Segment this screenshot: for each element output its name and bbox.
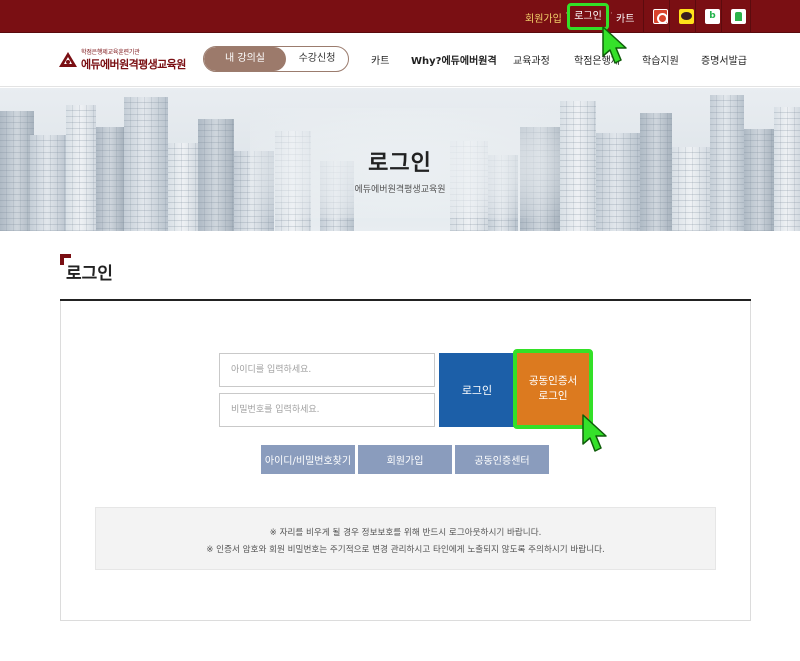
kakao-icon[interactable] [679,9,694,24]
naver-icon[interactable] [731,9,746,24]
mouse-pointer-icon [582,414,607,452]
hero-title: 로그인 [368,151,432,176]
section-title: 로그인 [66,264,113,284]
nav-courses[interactable]: 교육과정 [513,52,550,67]
divider [643,0,644,33]
nav-why[interactable]: Why?에듀에버원격 [411,52,497,67]
divider [721,0,722,33]
cert-button-line1: 공동인증서 [528,375,578,387]
nav-cart[interactable]: 카트 [371,52,389,67]
notice-line: ※ 자리를 비우게 될 경우 정보보호를 위해 반드시 로그아웃하시기 바랍니다… [269,528,542,538]
site-logo[interactable]: 학점은행제교육훈련기관 에듀에버원격평생교육원 [58,47,198,73]
divider [695,0,696,33]
user-id-input[interactable] [219,353,435,387]
top-utility-bar: 회원가입 · 로그인 · 카트 b [0,0,800,33]
my-classroom-button[interactable]: 내 강의실 [204,47,286,71]
notice-box: ※ 자리를 비우게 될 경우 정보보호를 위해 반드시 로그아웃하시기 바랍니다… [95,507,716,570]
cert-button-line2: 로그인 [538,390,568,402]
join-button[interactable]: 회원가입 [358,445,452,474]
password-input[interactable] [219,393,435,427]
hero-subtitle: 에듀에버원격평생교육원 [354,185,446,195]
login-button[interactable]: 로그인 [439,353,515,427]
find-id-password-button[interactable]: 아이디/비밀번호찾기 [261,445,355,474]
logo-title: 에듀에버원격평생교육원 [81,58,186,71]
divider [750,0,751,33]
logo-mark-icon [59,52,77,67]
divider [669,0,670,33]
logo-subtitle: 학점은행제교육훈련기관 [81,49,140,56]
notice-line: ※ 인증서 암호와 회원 비밀번호는 주기적으로 변경 관리하시고 타인에게 노… [206,545,605,555]
nav-support[interactable]: 학습지원 [642,52,679,67]
gear-icon[interactable] [653,9,668,24]
separator-dot: · [610,9,613,19]
cart-link[interactable]: 카트 [616,10,634,25]
enroll-button[interactable]: 수강신청 [286,47,348,71]
join-link[interactable]: 회원가입 [525,10,562,25]
classroom-toggle: 내 강의실 수강신청 [203,46,349,72]
mouse-pointer-icon [602,26,627,64]
nav-certificates[interactable]: 증명서발급 [701,52,747,67]
cert-center-button[interactable]: 공동인증센터 [455,445,549,474]
blog-icon[interactable]: b [705,9,720,24]
